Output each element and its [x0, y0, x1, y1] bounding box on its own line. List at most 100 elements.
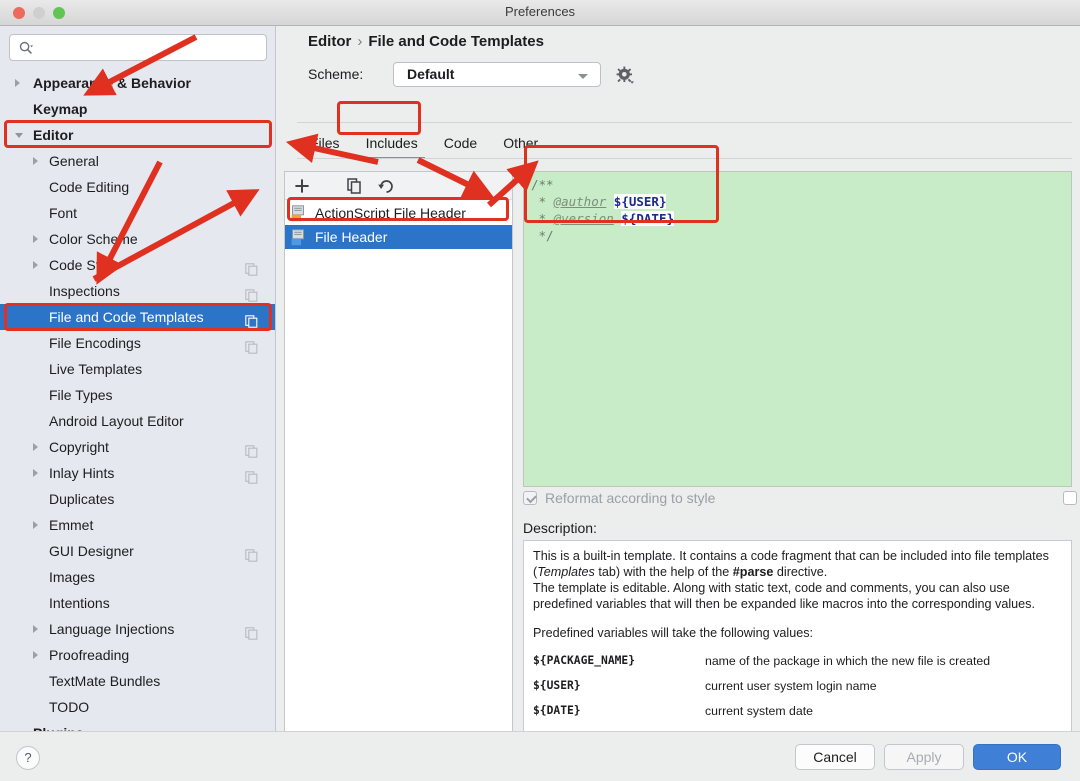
template-variable: ${USER}	[613, 194, 667, 209]
window-titlebar: Preferences	[0, 0, 1080, 26]
settings-detail-pane: Editor › File and Code Templates Scheme: D…	[277, 26, 1080, 744]
chevron-right-icon[interactable]	[33, 235, 38, 243]
project-scope-copy-icon	[245, 440, 258, 458]
template-list[interactable]: ActionScript File Header File Header	[285, 201, 512, 249]
list-item-label: File Header	[315, 229, 388, 245]
breadcrumb-current: File and Code Templates	[368, 33, 544, 50]
sidebar-item-label: Images	[49, 569, 95, 585]
sidebar-item-label: Keymap	[33, 101, 88, 117]
chevron-down-icon[interactable]	[15, 133, 23, 138]
chevron-right-icon[interactable]	[15, 79, 20, 87]
sidebar-item-appearance-behavior[interactable]: Appearance & Behavior	[0, 70, 275, 96]
sidebar-item-copyright[interactable]: Copyright	[0, 434, 275, 460]
cancel-button[interactable]: Cancel	[795, 744, 875, 770]
sidebar-item-font[interactable]: Font	[0, 200, 275, 226]
project-scope-copy-icon	[245, 258, 258, 276]
scheme-value: Default	[407, 66, 455, 82]
chevron-right-icon[interactable]	[33, 625, 38, 633]
tab-other[interactable]: Other	[490, 130, 551, 159]
reformat-checkbox-label: Reformat according to style	[545, 490, 716, 506]
sidebar-item-label: Emmet	[49, 517, 94, 533]
sidebar-item-android-layout-editor[interactable]: Android Layout Editor	[0, 408, 275, 434]
checkbox-box	[523, 491, 537, 505]
sidebar-item-keymap[interactable]: Keymap	[0, 96, 275, 122]
variable-meaning: name of the package in which the new fil…	[705, 654, 991, 668]
sidebar-item-label: Code Style	[49, 257, 118, 273]
chevron-down-icon	[578, 74, 588, 79]
sidebar-item-file-and-code-templates[interactable]: File and Code Templates	[0, 304, 275, 330]
tab-includes[interactable]: Includes	[353, 130, 431, 159]
chevron-right-icon[interactable]	[33, 261, 38, 269]
sidebar-item-color-scheme[interactable]: Color Scheme	[0, 226, 275, 252]
chevron-right-icon[interactable]	[33, 469, 38, 477]
search-icon	[19, 41, 33, 55]
search-input[interactable]	[9, 34, 267, 61]
scheme-label: Scheme:	[308, 66, 364, 82]
sidebar-item-language-injections[interactable]: Language Injections	[0, 616, 275, 642]
sidebar-item-emmet[interactable]: Emmet	[0, 512, 275, 538]
apply-button[interactable]: Apply	[884, 744, 964, 770]
chevron-right-icon[interactable]	[33, 651, 38, 659]
comment-text: *	[531, 211, 554, 226]
sidebar-item-general[interactable]: General	[0, 148, 275, 174]
breadcrumb-parent[interactable]: Editor	[308, 33, 351, 50]
description-box: This is a built-in template. It contains…	[523, 540, 1072, 744]
sidebar-item-file-encodings[interactable]: File Encodings	[0, 330, 275, 356]
dialog-footer: ? Cancel Apply OK	[0, 731, 1080, 781]
description-paragraph-3: Predefined variables will take the follo…	[533, 626, 814, 640]
settings-tree[interactable]: Appearance & Behavior Keymap Editor General…	[0, 70, 275, 731]
preferences-sidebar: Appearance & Behavior Keymap Editor General…	[0, 26, 276, 731]
sidebar-item-images[interactable]: Images	[0, 564, 275, 590]
desc-p1-c: directive.	[773, 565, 828, 579]
sidebar-item-label: Duplicates	[49, 491, 115, 507]
tab-files[interactable]: Files	[297, 130, 353, 159]
sidebar-item-duplicates[interactable]: Duplicates	[0, 486, 275, 512]
sidebar-item-label: File Encodings	[49, 335, 141, 351]
chevron-right-icon[interactable]	[33, 521, 38, 529]
sidebar-item-textmate-bundles[interactable]: TextMate Bundles	[0, 668, 275, 694]
variable-meaning: current user system login name	[705, 679, 877, 693]
list-item[interactable]: File Header	[285, 225, 512, 249]
checkbox-box	[1063, 491, 1077, 505]
sidebar-item-gui-designer[interactable]: GUI Designer	[0, 538, 275, 564]
window-title: Preferences	[504, 4, 576, 19]
comment-text: *	[531, 194, 554, 209]
copy-template-icon[interactable]	[345, 177, 363, 195]
sidebar-item-inspections[interactable]: Inspections	[0, 278, 275, 304]
code-line: */	[524, 227, 1071, 244]
template-category-tabs[interactable]: Files Includes Code Other	[297, 130, 551, 159]
sidebar-item-label: Inlay Hints	[49, 465, 115, 481]
sidebar-scrollbar[interactable]	[267, 26, 272, 687]
project-scope-copy-icon	[245, 622, 258, 640]
tab-code[interactable]: Code	[431, 130, 490, 159]
list-item[interactable]: ActionScript File Header	[285, 201, 512, 225]
gear-icon[interactable]	[615, 65, 635, 85]
sidebar-item-file-types[interactable]: File Types	[0, 382, 275, 408]
sidebar-item-inlay-hints[interactable]: Inlay Hints	[0, 460, 275, 486]
template-editor[interactable]: /** * @author ${USER} * @version ${DATE}…	[523, 171, 1072, 487]
sidebar-item-editor[interactable]: Editor	[0, 122, 275, 148]
sidebar-item-live-templates[interactable]: Live Templates	[0, 356, 275, 382]
help-button[interactable]: ?	[16, 746, 40, 770]
sidebar-item-todo[interactable]: TODO	[0, 694, 275, 720]
sidebar-item-label: Copyright	[49, 439, 109, 455]
javadoc-tag: @version	[553, 211, 614, 226]
add-template-icon[interactable]	[293, 177, 311, 195]
table-row: ${DATE} current system date	[533, 699, 1063, 724]
sidebar-item-plugins[interactable]: Plugins	[0, 720, 275, 731]
breadcrumb: Editor › File and Code Templates	[308, 33, 544, 50]
sidebar-item-label: File Types	[49, 387, 113, 403]
scheme-dropdown[interactable]: Default	[393, 62, 601, 87]
sidebar-item-code-editing[interactable]: Code Editing	[0, 174, 275, 200]
chevron-right-icon[interactable]	[33, 443, 38, 451]
sidebar-item-label: TODO	[49, 699, 90, 715]
sidebar-item-label: Language Injections	[49, 621, 175, 637]
chevron-right-icon[interactable]	[33, 157, 38, 165]
revert-template-icon[interactable]	[377, 177, 395, 195]
sidebar-item-code-style[interactable]: Code Style	[0, 252, 275, 278]
ok-button[interactable]: OK	[973, 744, 1061, 770]
sidebar-item-intentions[interactable]: Intentions	[0, 590, 275, 616]
template-list-toolbar	[285, 172, 512, 200]
sidebar-item-proofreading[interactable]: Proofreading	[0, 642, 275, 668]
divider	[297, 122, 1072, 123]
